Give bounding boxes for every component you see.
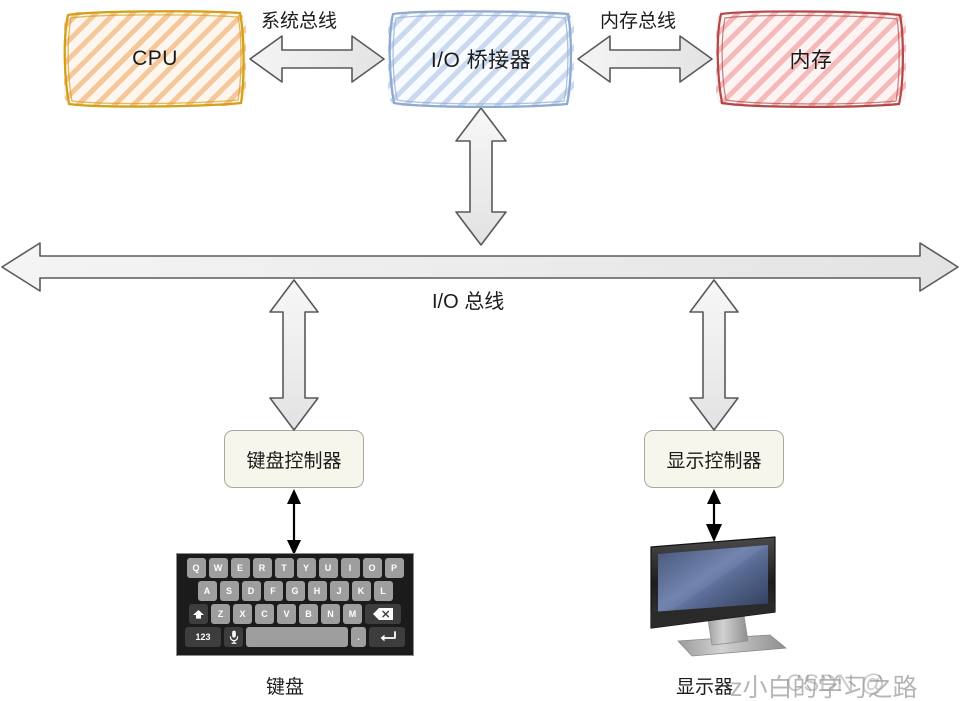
period-key: . [351,627,366,647]
key-b: B [299,604,318,624]
key-u: U [318,558,338,578]
key-g: G [285,581,305,601]
arrow-iobus-keyboard-controller [269,279,319,431]
backspace-icon [365,604,401,624]
arrow-display-controller-device [706,489,722,542]
key-y: Y [296,558,316,578]
cpu-box: CPU [63,10,246,108]
key-v: V [277,604,296,624]
numbers-key: 123 [185,627,221,647]
shift-icon [189,604,208,624]
key-q: Q [186,558,206,578]
key-i: I [340,558,360,578]
arrow-cpu-bridge [249,35,385,83]
key-n: N [321,604,340,624]
keyboard-row-1: Q W E R T Y U I O P [180,558,410,578]
space-key [246,627,348,647]
keyboard-row-2: A S D F G H J K L [180,581,410,601]
key-h: H [307,581,327,601]
key-t: T [274,558,294,578]
memory-box: 内存 [716,10,906,108]
key-d: D [241,581,261,601]
key-z: Z [211,604,230,624]
keyboard-row-4: 123 . [180,627,410,647]
key-p: P [384,558,404,578]
key-f: F [263,581,283,601]
key-e: E [230,558,250,578]
arrow-keyboard-controller-device [287,489,301,555]
key-w: W [208,558,228,578]
io-bridge-box: I/O 桥接器 [388,10,574,109]
keyboard-row-3: Z X C V B N M [180,604,410,624]
key-o: O [362,558,382,578]
arrow-iobus-display-controller [689,279,739,431]
key-c: C [255,604,274,624]
diagram-canvas: CPU I/O 桥接器 内存 系统总线 内存总线 I/O 总线 键盘控制器 显示… [0,0,960,701]
key-r: R [252,558,272,578]
io-bridge-label: I/O 桥接器 [430,49,532,72]
key-k: K [351,581,371,601]
io-bus-arrow [1,242,959,292]
key-a: A [197,581,217,601]
keyboard-graphic: Q W E R T Y U I O P A S D F G H J K L Z [176,553,414,656]
key-s: S [219,581,239,601]
display-monitor-graphic [650,536,788,657]
cpu-label: CPU [132,47,178,70]
key-j: J [329,581,349,601]
arrow-bridge-memory [577,35,713,83]
key-m: M [343,604,362,624]
enter-icon [369,627,405,647]
key-x: X [233,604,252,624]
key-l: L [373,581,393,601]
memory-label: 内存 [789,49,833,72]
arrow-bridge-iobus [455,107,507,246]
microphone-icon [224,627,243,647]
